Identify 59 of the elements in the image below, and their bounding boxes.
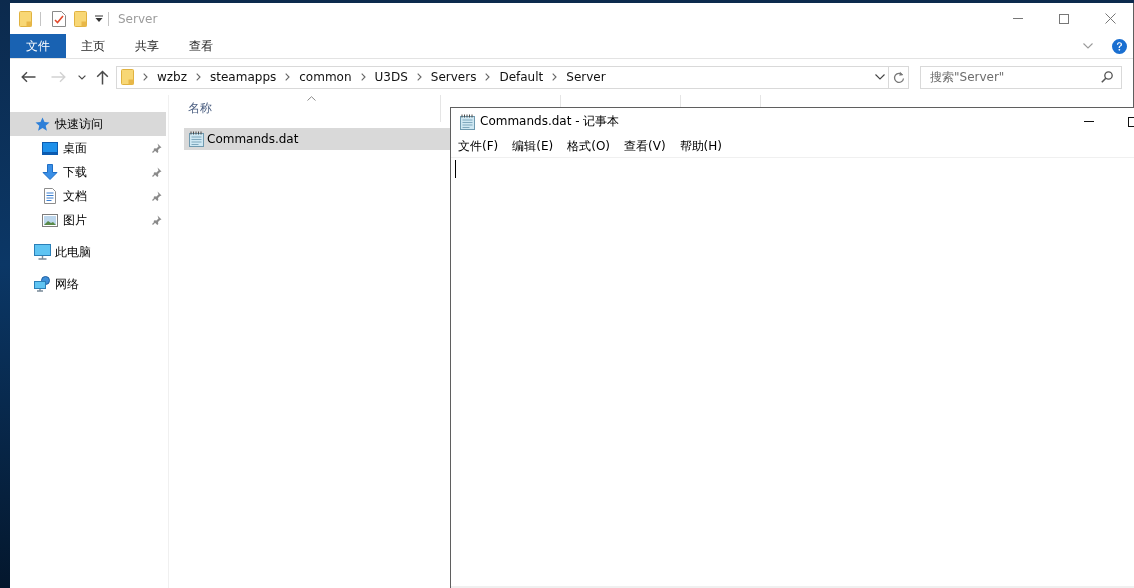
refresh-button[interactable] — [889, 65, 909, 89]
search-icon[interactable] — [1101, 70, 1113, 83]
file-tab[interactable]: 文件 — [10, 34, 66, 58]
desktop-icon — [42, 141, 58, 155]
caret-icon[interactable] — [95, 14, 103, 23]
breadcrumb[interactable]: Default — [499, 67, 544, 87]
chevron-right-icon[interactable] — [196, 73, 202, 81]
chevron-right-icon[interactable] — [485, 73, 491, 81]
pin-icon[interactable] — [152, 143, 162, 153]
refresh-icon — [892, 70, 905, 84]
breadcrumb[interactable]: Server — [566, 67, 606, 87]
maximize-icon — [1059, 13, 1069, 24]
address-field[interactable]: wzbz steamapps common U3DS Servers Default Server — [116, 65, 889, 89]
nav-item[interactable]: 下载 — [10, 160, 166, 184]
column-header[interactable]: 名称 — [169, 95, 440, 122]
notepad-icon — [460, 113, 475, 130]
network-icon — [33, 276, 51, 292]
pin-icon[interactable] — [152, 191, 162, 201]
chevron-right-icon[interactable] — [360, 73, 366, 81]
chevron-right-icon[interactable] — [143, 73, 148, 81]
breadcrumb[interactable]: common — [299, 67, 352, 87]
pin-icon[interactable] — [152, 215, 162, 225]
checklist-icon[interactable] — [52, 10, 66, 27]
chevron-right-icon[interactable] — [416, 73, 422, 81]
folder-icon — [121, 69, 134, 85]
nav-item[interactable]: 快速访问 — [10, 112, 166, 136]
picture-icon — [42, 213, 58, 227]
window-title: Server — [118, 11, 158, 26]
nav-item[interactable]: 桌面 — [10, 136, 166, 160]
down-arrow-icon — [42, 164, 58, 180]
help-icon[interactable] — [1112, 38, 1127, 54]
nav-item[interactable]: 此电脑 — [10, 240, 166, 264]
breadcrumb[interactable]: U3DS — [374, 67, 408, 87]
nav-item[interactable]: 图片 — [10, 208, 166, 232]
nav-item[interactable]: 文档 — [10, 184, 166, 208]
menu-item[interactable]: 编辑(E) — [505, 135, 561, 157]
star-icon — [34, 116, 50, 132]
breadcrumb[interactable]: wzbz — [157, 67, 188, 87]
window-title: Commands.dat - 记事本 — [480, 113, 620, 130]
breadcrumb[interactable]: steamapps — [210, 67, 277, 87]
menu-item[interactable]: 格式(O) — [560, 135, 618, 157]
text-cursor — [455, 160, 456, 178]
close-icon — [1104, 13, 1116, 24]
search-field[interactable]: 搜索"Server" — [920, 65, 1122, 89]
menu-item[interactable]: 帮助(H) — [672, 135, 729, 157]
notepad-file-icon — [189, 131, 204, 147]
file-row[interactable]: Commands.dat — [184, 128, 450, 150]
document-icon — [44, 188, 56, 204]
minimize-icon — [1084, 121, 1094, 122]
nav-item[interactable]: 网络 — [10, 272, 166, 296]
computer-icon — [33, 244, 51, 260]
menu-item[interactable]: 查看(V) — [617, 135, 673, 157]
chevron-right-icon[interactable] — [552, 73, 558, 81]
breadcrumb[interactable]: Servers — [430, 67, 477, 87]
chevron-right-icon[interactable] — [285, 73, 291, 81]
minimize-icon — [1013, 18, 1023, 19]
chevron-down-icon[interactable] — [875, 74, 885, 80]
menu-item[interactable]: 文件(F) — [451, 135, 506, 157]
pin-icon[interactable] — [152, 167, 162, 177]
